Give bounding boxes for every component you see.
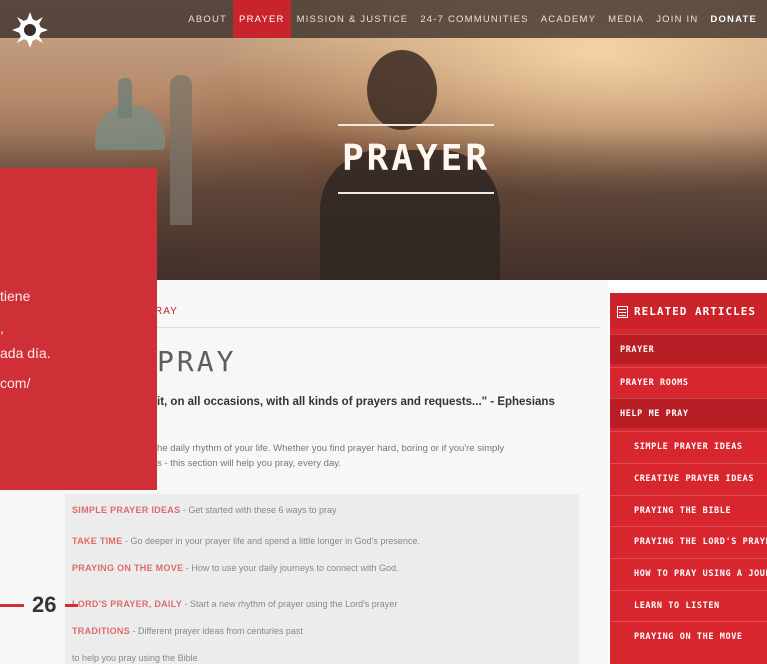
intro-text: he daily rhythm of your life. Whether yo… bbox=[157, 443, 505, 454]
nav-item-about[interactable]: ABOUT bbox=[182, 0, 233, 38]
card-text: ada día. bbox=[0, 345, 51, 361]
sidebar-item-label[interactable]: HELP ME PRAY bbox=[620, 409, 767, 419]
overlay-card bbox=[0, 168, 157, 490]
list-item-description: to help you pray using the Bible bbox=[72, 653, 198, 663]
sidebar-item-label[interactable]: PRAYING THE LORD'S PRAYER, DA bbox=[634, 537, 767, 547]
intro-text: s - this section will help you pray, eve… bbox=[157, 458, 341, 469]
list-item[interactable]: to help you pray using the Bible bbox=[72, 653, 198, 663]
sidebar-item-label[interactable]: PRAYER ROOMS bbox=[620, 378, 767, 388]
list-item-link[interactable]: LORD'S PRAYER, DAILY bbox=[72, 599, 182, 609]
sidebar-item-label[interactable]: CREATIVE PRAYER IDEAS bbox=[634, 474, 767, 484]
card-text: tiene bbox=[0, 288, 31, 304]
nav-item-mission-justice[interactable]: MISSION & JUSTICE bbox=[291, 0, 415, 38]
list-item-description: - Different prayer ideas from centuries … bbox=[130, 626, 303, 636]
page-title: PRAY bbox=[157, 345, 237, 378]
list-item[interactable]: SIMPLE PRAYER IDEAS - Get started with t… bbox=[72, 505, 336, 515]
church-tower bbox=[170, 75, 192, 225]
sidebar-item-label[interactable]: SIMPLE PRAYER IDEAS bbox=[634, 442, 767, 452]
sidebar-item-label[interactable]: LEARN TO LISTEN bbox=[634, 601, 767, 611]
church-tower bbox=[118, 78, 132, 118]
list-item[interactable]: PRAYING ON THE MOVE - How to use your da… bbox=[72, 563, 399, 573]
list-item-link[interactable]: PRAYING ON THE MOVE bbox=[72, 563, 183, 573]
list-item[interactable]: LORD'S PRAYER, DAILY - Start a new rhyth… bbox=[72, 599, 397, 609]
nav-item-join-in[interactable]: JOIN IN bbox=[650, 0, 704, 38]
hero-divider bbox=[338, 124, 494, 126]
nav-item-media[interactable]: MEDIA bbox=[602, 0, 650, 38]
page-number-text: 26 bbox=[32, 592, 57, 617]
sidebar-title: RELATED ARTICLES bbox=[634, 305, 756, 318]
list-item-description: - How to use your daily journeys to conn… bbox=[183, 563, 399, 573]
dash-decoration bbox=[0, 603, 24, 607]
hero-title: PRAYER bbox=[341, 138, 491, 179]
person-silhouette bbox=[367, 50, 437, 130]
list-item[interactable]: TAKE TIME - Go deeper in your prayer lif… bbox=[72, 536, 420, 546]
nav-item-prayer[interactable]: PRAYER bbox=[233, 0, 291, 38]
sidebar-item-label[interactable]: PRAYING THE BIBLE bbox=[634, 506, 767, 516]
list-item-description: - Go deeper in your prayer life and spen… bbox=[122, 536, 420, 546]
sidebar-item-label[interactable]: HOW TO PRAY USING A JOURNAL bbox=[634, 569, 767, 579]
nav-item-academy[interactable]: ACADEMY bbox=[535, 0, 602, 38]
list-item-description: - Get started with these 6 ways to pray bbox=[180, 505, 337, 515]
list-item[interactable]: TRADITIONS - Different prayer ideas from… bbox=[72, 626, 303, 636]
logo-icon[interactable] bbox=[10, 10, 50, 50]
list-item-link[interactable]: TRADITIONS bbox=[72, 626, 130, 636]
dash-decoration bbox=[65, 603, 79, 607]
card-text: , bbox=[0, 320, 4, 336]
top-navigation: ABOUT PRAYER MISSION & JUSTICE 24-7 COMMUNI… bbox=[0, 0, 767, 38]
nav-menu: ABOUT PRAYER MISSION & JUSTICE 24-7 COMMUNI… bbox=[182, 0, 763, 38]
nav-item-donate[interactable]: DONATE bbox=[704, 0, 763, 38]
breadcrumb[interactable]: RAY bbox=[155, 306, 178, 317]
list-item-description: - Start a new rhythm of prayer using the… bbox=[182, 599, 398, 609]
list-item-link[interactable]: TAKE TIME bbox=[72, 536, 123, 546]
nav-item-24-7-communities[interactable]: 24-7 COMMUNITIES bbox=[414, 0, 534, 38]
sidebar-item-label[interactable]: PRAYING ON THE MOVE bbox=[634, 632, 767, 642]
hero-divider bbox=[338, 192, 494, 194]
list-item-link[interactable]: SIMPLE PRAYER IDEAS bbox=[72, 505, 180, 515]
card-text: com/ bbox=[0, 375, 31, 391]
article-list bbox=[65, 494, 579, 664]
sidebar-item-label[interactable]: PRAYER bbox=[620, 345, 767, 355]
scripture-quote-text: it, on all occasions, with all kinds of … bbox=[157, 396, 555, 408]
list-icon bbox=[617, 306, 628, 318]
scripture-quote: it, on all occasions, with all kinds of … bbox=[157, 396, 555, 408]
page-number: 26 bbox=[0, 591, 79, 619]
